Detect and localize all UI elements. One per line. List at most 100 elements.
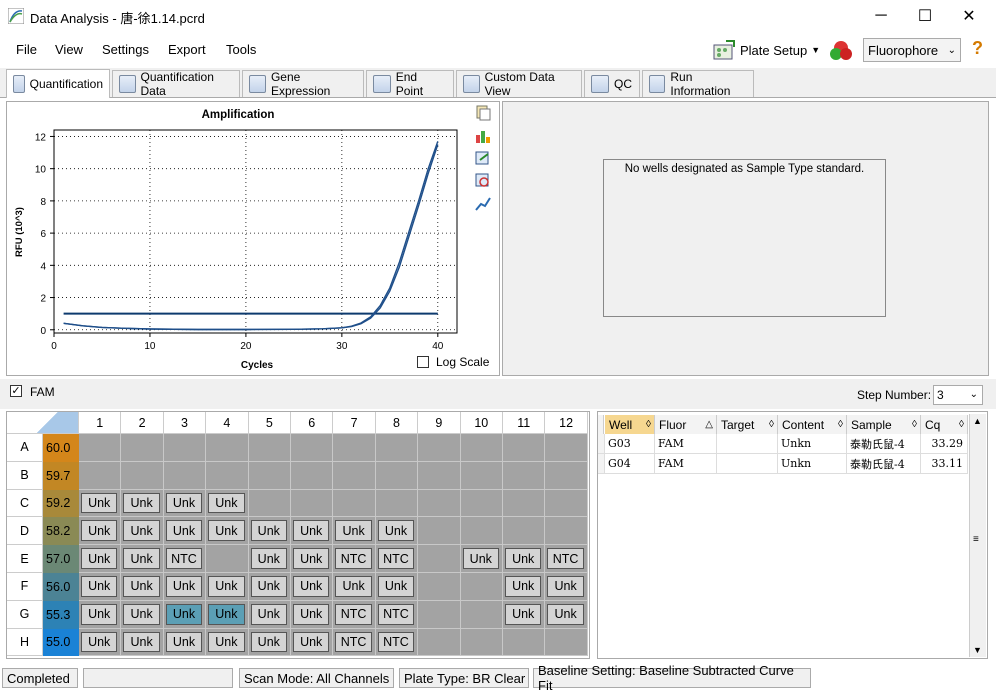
well-c8[interactable] [375,489,419,518]
well-f4[interactable]: Unk [206,573,249,601]
column-header-5[interactable]: 5 [248,412,291,434]
scroll-up-icon[interactable]: ▲ [973,416,982,426]
well-d4[interactable]: Unk [206,517,249,546]
well-h8[interactable]: NTC [375,628,419,657]
well-e10[interactable]: Unk [460,545,503,573]
well-a1[interactable] [79,434,122,462]
well-d1[interactable]: Unk [79,517,122,546]
help-icon[interactable]: ? [972,38,983,59]
well-f3[interactable]: Unk [163,573,207,601]
well-a8[interactable] [375,434,419,462]
well-c7[interactable] [333,489,376,518]
well-a3[interactable] [163,434,207,462]
column-header-sample[interactable]: Sample ◊ [847,415,921,434]
well-e1[interactable]: Unk [79,545,122,573]
well-f2[interactable]: Unk [121,573,164,601]
well-d7[interactable]: Unk [333,517,376,546]
well-b5[interactable] [248,461,291,490]
tab-gene-expression[interactable]: Gene Expression [242,70,364,98]
table-scrollbar[interactable]: ▲ ≡ ▼ [969,414,986,657]
well-b7[interactable] [333,461,376,490]
table-cell-target[interactable] [717,454,778,474]
well-d6[interactable]: Unk [291,517,334,546]
well-e8[interactable]: NTC [375,545,419,573]
zoom-chart-icon[interactable] [474,172,492,188]
well-h6[interactable]: Unk [291,628,334,657]
well-c2[interactable]: Unk [121,489,164,518]
well-c6[interactable] [291,489,334,518]
well-c12[interactable] [545,489,588,518]
well-f1[interactable]: Unk [79,573,122,601]
well-d2[interactable]: Unk [121,517,164,546]
well-c3[interactable]: Unk [163,489,207,518]
well-d11[interactable] [503,517,546,546]
well-b9[interactable] [418,461,461,490]
row-header-e[interactable]: E [7,545,43,573]
column-header-4[interactable]: 4 [206,412,249,434]
well-f12[interactable]: Unk [545,573,588,601]
curve-icon[interactable] [474,196,492,212]
tab-end-point[interactable]: End Point [366,70,454,98]
well-c11[interactable] [503,489,546,518]
well-g12[interactable]: Unk [545,600,588,629]
column-header-3[interactable]: 3 [163,412,207,434]
well-g5[interactable]: Unk [248,600,291,629]
table-cell-content[interactable]: Unkn [778,454,847,474]
row-selector[interactable] [598,454,605,474]
row-header-c[interactable]: C [7,489,43,518]
amplification-chart[interactable]: Amplification Cycles RFU (10^3) 0 10 20 30 4… [6,101,500,376]
step-number-select[interactable]: 3 ⌄ [933,385,983,405]
well-a11[interactable] [503,434,546,462]
well-b1[interactable] [79,461,122,490]
menu-export[interactable]: Export [168,42,206,57]
well-e9[interactable] [418,545,461,573]
column-header-cq[interactable]: Cq ◊ [921,415,968,434]
grid-corner[interactable] [7,412,79,434]
fam-checkbox[interactable]: ✓ [10,385,22,397]
well-e5[interactable]: Unk [248,545,291,573]
row-header-d[interactable]: D [7,517,43,546]
well-c9[interactable] [418,489,461,518]
well-h11[interactable] [503,628,546,657]
well-e6[interactable]: Unk [291,545,334,573]
well-a7[interactable] [333,434,376,462]
well-e2[interactable]: Unk [121,545,164,573]
row-header-b[interactable]: B [7,461,43,490]
menu-settings[interactable]: Settings [102,42,149,57]
well-c4[interactable]: Unk [206,489,249,518]
well-a10[interactable] [460,434,503,462]
row-header-f[interactable]: F [7,573,43,601]
table-cell-cq[interactable]: 33.29 [921,434,968,454]
close-button[interactable]: ✕ [946,0,992,32]
well-f11[interactable]: Unk [503,573,546,601]
well-d10[interactable] [460,517,503,546]
column-header-8[interactable]: 8 [375,412,419,434]
table-cell-cq[interactable]: 33.11 [921,454,968,474]
well-g4[interactable]: Unk [206,600,249,629]
well-e11[interactable]: Unk [503,545,546,573]
table-cell-fluor[interactable]: FAM [655,454,717,474]
column-header-9[interactable]: 9 [418,412,461,434]
tab-quantification-data[interactable]: Quantification Data [112,70,240,98]
column-header-content[interactable]: Content ◊ [778,415,847,434]
well-g2[interactable]: Unk [121,600,164,629]
well-h7[interactable]: NTC [333,628,376,657]
plate-setup-button[interactable]: Plate Setup ▼ [712,38,820,62]
table-cell-well[interactable]: G03 [605,434,655,454]
well-h4[interactable]: Unk [206,628,249,657]
well-a2[interactable] [121,434,164,462]
menu-view[interactable]: View [55,42,83,57]
menu-file[interactable]: File [16,42,37,57]
column-header-2[interactable]: 2 [121,412,164,434]
well-f6[interactable]: Unk [291,573,334,601]
well-f9[interactable] [418,573,461,601]
well-a6[interactable] [291,434,334,462]
well-g10[interactable] [460,600,503,629]
well-h5[interactable]: Unk [248,628,291,657]
well-h12[interactable] [545,628,588,657]
well-h9[interactable] [418,628,461,657]
well-g3[interactable]: Unk [163,600,207,629]
well-a9[interactable] [418,434,461,462]
column-header-6[interactable]: 6 [291,412,334,434]
copy-icon[interactable] [474,105,492,121]
